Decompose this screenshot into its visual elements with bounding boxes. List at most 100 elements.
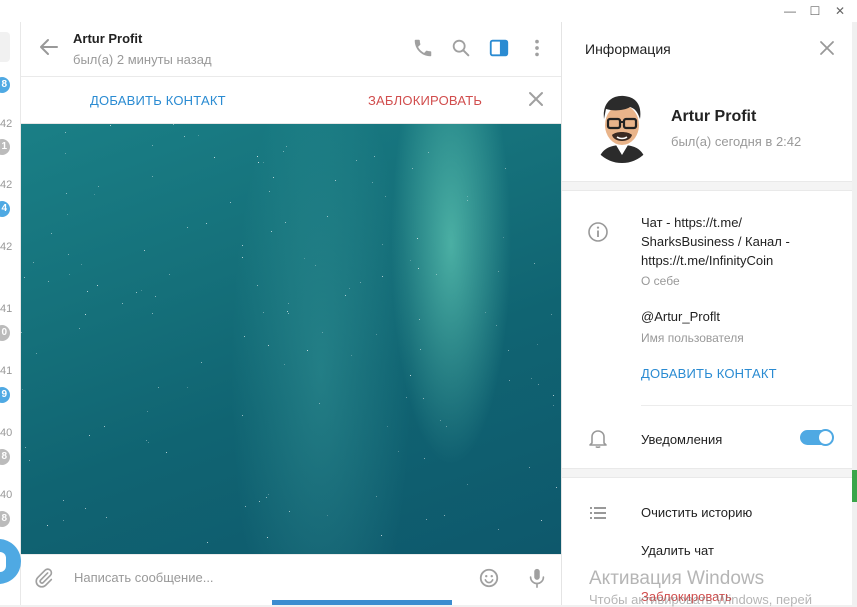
delete-chat-item[interactable]: Удалить чат [641,543,714,558]
wallpaper-star [485,312,486,313]
wallpaper-star [271,231,272,232]
avatar[interactable] [590,91,654,163]
wallpaper-star [534,263,535,264]
wallpaper-star [503,237,504,238]
toggle-knob[interactable] [817,429,834,446]
wallpaper-star [68,254,69,255]
wallpaper-star [307,350,308,351]
message-input[interactable]: Написать сообщение... [74,570,214,585]
wallpaper-star [24,277,25,278]
wallpaper-star [268,494,269,495]
wallpaper-star [98,186,99,187]
username-value[interactable]: @Artur_Proflt [641,309,720,324]
profile-name: Artur Profit [671,108,757,125]
wallpaper-star [327,216,328,217]
wallpaper-star [63,500,64,501]
add-contact-button[interactable]: ДОБАВИТЬ КОНТАКТ [90,93,226,108]
close-window-button[interactable]: ✕ [829,2,851,20]
wallpaper-star [553,405,554,406]
wallpaper-star [286,146,287,147]
sidebar-panel-icon[interactable] [488,37,510,59]
wallpaper-star [106,517,107,518]
wallpaper-star [551,314,552,315]
wallpaper-star [319,403,320,404]
new-contact-action-bar: ДОБАВИТЬ КОНТАКТ ЗАБЛОКИРОВАТЬ [21,78,561,124]
emoji-icon[interactable] [478,567,500,589]
clear-history-item[interactable]: Очистить историю [641,505,752,520]
block-button[interactable]: ЗАБЛОКИРОВАТЬ [368,93,482,108]
wallpaper-star [356,160,357,161]
phone-icon[interactable] [412,37,434,59]
wallpaper-star [423,398,424,399]
wallpaper-star [398,451,399,452]
wallpaper-star [327,515,328,516]
microphone-icon[interactable] [526,566,548,590]
unread-badge: 0 [0,325,10,341]
wallpaper-star [66,193,67,194]
wallpaper-star [444,515,445,516]
paperclip-icon[interactable] [33,566,55,590]
wallpaper-star [242,245,243,246]
wallpaper-star [187,227,188,228]
wallpaper-star [169,274,170,275]
unread-badge: 8 [0,77,10,93]
close-icon[interactable] [527,90,545,108]
wallpaper-star [541,520,542,521]
wallpaper-star [376,496,377,497]
window-right-edge [852,22,857,605]
wallpaper-star [122,303,123,304]
notifications-label: Уведомления [641,432,723,447]
wallpaper-star [387,426,388,427]
wallpaper-star [263,312,264,313]
wallpaper-star [25,447,26,448]
wallpaper-star [508,350,509,351]
chat-time: 42 [0,179,13,191]
unread-badge: 4 [0,201,10,217]
wallpaper-star [288,313,289,314]
wallpaper-star [287,311,288,312]
wallpaper-star [158,387,159,388]
chat-status: был(а) 2 минуты назад [73,52,212,67]
wallpaper-star [289,511,290,512]
wallpaper-star [376,334,377,335]
close-icon[interactable] [818,39,836,57]
wallpaper-star [187,387,188,388]
back-arrow-icon[interactable] [37,35,61,59]
more-vertical-icon[interactable] [526,37,548,59]
wallpaper-star [268,345,269,346]
wallpaper-star [22,389,23,390]
wallpaper-star [531,378,532,379]
compose-icon [0,552,6,572]
minimize-button[interactable]: — [779,2,801,20]
wallpaper-star [440,420,441,421]
message-composer: Написать сообщение... [21,554,561,600]
wallpaper-star [21,332,22,333]
maximize-button[interactable]: ☐ [804,2,826,20]
info-panel: Информация Artur Profit был(а) сегодня в… [561,22,852,605]
chat-title[interactable]: Artur Profit [73,31,142,46]
wallpaper-star [418,268,419,269]
wallpaper-star [206,223,207,224]
chat-search-box[interactable] [0,32,10,62]
wallpaper-star [419,319,420,320]
unread-badge: 8 [0,511,10,527]
wallpaper-star [496,325,497,326]
wallpaper-star [69,274,70,275]
wallpaper-star [556,487,557,488]
wallpaper-star [467,200,468,201]
unread-badge: 9 [0,387,10,403]
search-icon[interactable] [450,37,472,59]
wallpaper-star [436,274,437,275]
wallpaper-star [509,380,510,381]
wallpaper-star [230,202,231,203]
wallpaper-star [89,435,90,436]
wallpaper-star [382,276,383,277]
wallpaper-star [417,238,418,239]
wallpaper-star [283,151,284,152]
wallpaper-star [351,355,352,356]
chat-time: 40 [0,489,13,501]
wallpaper-star [273,177,274,178]
add-contact-link[interactable]: ДОБАВИТЬ КОНТАКТ [641,366,777,381]
chat-time: 42 [0,241,13,253]
wallpaper-star [335,180,336,181]
